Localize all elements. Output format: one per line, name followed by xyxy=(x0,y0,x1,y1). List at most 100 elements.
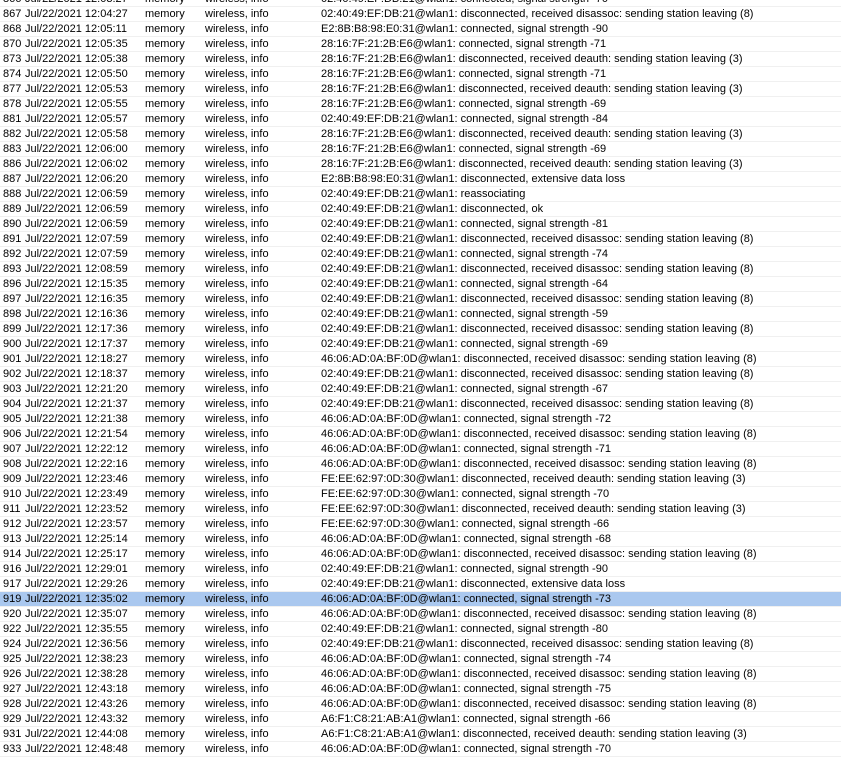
row-buffer: memory xyxy=(145,173,185,185)
row-message: 02:40:49:EF:DB:21@wlan1: disconnected, o… xyxy=(321,203,544,215)
log-row[interactable]: 883 Jul/22/2021 12:06:00 memory wireless, i… xyxy=(0,142,841,157)
row-buffer: memory xyxy=(145,698,185,710)
row-message: FE:EE:62:97:0D:30@wlan1: disconnected, r… xyxy=(321,473,746,485)
row-topics: wireless, info xyxy=(205,683,269,695)
log-row[interactable]: 914 Jul/22/2021 12:25:17 memory wireless, i… xyxy=(0,547,841,562)
log-row[interactable]: 899 Jul/22/2021 12:17:36 memory wireless, i… xyxy=(0,322,841,337)
row-topics: wireless, info xyxy=(205,518,269,530)
log-row[interactable]: 902 Jul/22/2021 12:18:37 memory wireless, i… xyxy=(0,367,841,382)
log-row[interactable]: 882 Jul/22/2021 12:05:58 memory wireless, i… xyxy=(0,127,841,142)
row-topics: wireless, info xyxy=(205,68,269,80)
row-number: 867 xyxy=(3,8,22,20)
row-buffer: memory xyxy=(145,458,185,470)
log-row[interactable]: 867 Jul/22/2021 12:04:27 memory wireless, i… xyxy=(0,7,841,22)
log-row[interactable]: 870 Jul/22/2021 12:05:35 memory wireless, i… xyxy=(0,37,841,52)
row-buffer: memory xyxy=(145,38,185,50)
log-row[interactable]: 892 Jul/22/2021 12:07:59 memory wireless, i… xyxy=(0,247,841,262)
row-number: 931 xyxy=(3,728,22,740)
row-datetime: Jul/22/2021 12:35:02 xyxy=(25,593,128,605)
row-topics: wireless, info xyxy=(205,143,269,155)
row-message: 02:40:49:EF:DB:21@wlan1: disconnected, r… xyxy=(321,233,754,245)
row-number: 928 xyxy=(3,698,22,710)
log-row[interactable]: 912 Jul/22/2021 12:23:57 memory wireless, i… xyxy=(0,517,841,532)
row-datetime: Jul/22/2021 12:23:52 xyxy=(25,503,128,515)
log-row[interactable]: 916 Jul/22/2021 12:29:01 memory wireless, i… xyxy=(0,562,841,577)
row-number: 924 xyxy=(3,638,22,650)
log-row[interactable]: 877 Jul/22/2021 12:05:53 memory wireless, i… xyxy=(0,82,841,97)
log-row[interactable]: 868 Jul/22/2021 12:05:11 memory wireless, i… xyxy=(0,22,841,37)
row-datetime: Jul/22/2021 12:05:38 xyxy=(25,53,128,65)
log-row[interactable]: 933 Jul/22/2021 12:48:48 memory wireless, i… xyxy=(0,742,841,757)
row-number: 922 xyxy=(3,623,22,635)
row-datetime: Jul/22/2021 12:18:37 xyxy=(25,368,128,380)
log-row[interactable]: 897 Jul/22/2021 12:16:35 memory wireless, i… xyxy=(0,292,841,307)
row-datetime: Jul/22/2021 12:04:27 xyxy=(25,8,128,20)
row-number: 929 xyxy=(3,713,22,725)
log-row[interactable]: 896 Jul/22/2021 12:15:35 memory wireless, i… xyxy=(0,277,841,292)
row-message: 46:06:AD:0A:BF:0D@wlan1: connected, sign… xyxy=(321,533,611,545)
log-row[interactable]: 911 Jul/22/2021 12:23:52 memory wireless, i… xyxy=(0,502,841,517)
log-row[interactable]: 907 Jul/22/2021 12:22:12 memory wireless, i… xyxy=(0,442,841,457)
log-row[interactable]: 920 Jul/22/2021 12:35:07 memory wireless, i… xyxy=(0,607,841,622)
row-buffer: memory xyxy=(145,548,185,560)
log-row[interactable]: 922 Jul/22/2021 12:35:55 memory wireless, i… xyxy=(0,622,841,637)
row-message: 46:06:AD:0A:BF:0D@wlan1: disconnected, r… xyxy=(321,428,757,440)
log-row[interactable]: 905 Jul/22/2021 12:21:38 memory wireless, i… xyxy=(0,412,841,427)
log-row[interactable]: 910 Jul/22/2021 12:23:49 memory wireless, i… xyxy=(0,487,841,502)
row-datetime: Jul/22/2021 12:07:59 xyxy=(25,248,128,260)
row-datetime: Jul/22/2021 12:18:27 xyxy=(25,353,128,365)
row-number: 904 xyxy=(3,398,22,410)
row-datetime: Jul/22/2021 12:06:20 xyxy=(25,173,128,185)
log-row[interactable]: 893 Jul/22/2021 12:08:59 memory wireless, i… xyxy=(0,262,841,277)
row-message: 28:16:7F:21:2B:E6@wlan1: disconnected, r… xyxy=(321,158,743,170)
row-buffer: memory xyxy=(145,668,185,680)
log-row[interactable]: 913 Jul/22/2021 12:25:14 memory wireless, i… xyxy=(0,532,841,547)
log-row[interactable]: 898 Jul/22/2021 12:16:36 memory wireless, i… xyxy=(0,307,841,322)
row-buffer: memory xyxy=(145,383,185,395)
log-row[interactable]: 924 Jul/22/2021 12:36:56 memory wireless, i… xyxy=(0,637,841,652)
row-topics: wireless, info xyxy=(205,443,269,455)
log-row[interactable]: 900 Jul/22/2021 12:17:37 memory wireless, i… xyxy=(0,337,841,352)
row-message: 02:40:49:EF:DB:21@wlan1: connected, sign… xyxy=(321,248,608,260)
log-row[interactable]: 888 Jul/22/2021 12:06:59 memory wireless, i… xyxy=(0,187,841,202)
log-row[interactable]: 925 Jul/22/2021 12:38:23 memory wireless, i… xyxy=(0,652,841,667)
log-row[interactable]: 887 Jul/22/2021 12:06:20 memory wireless, i… xyxy=(0,172,841,187)
row-number: 891 xyxy=(3,233,22,245)
log-row[interactable]: 908 Jul/22/2021 12:22:16 memory wireless, i… xyxy=(0,457,841,472)
log-row[interactable]: 901 Jul/22/2021 12:18:27 memory wireless, i… xyxy=(0,352,841,367)
log-row[interactable]: 906 Jul/22/2021 12:21:54 memory wireless, i… xyxy=(0,427,841,442)
row-buffer: memory xyxy=(141,0,201,6)
log-row[interactable]: 886 Jul/22/2021 12:06:02 memory wireless, i… xyxy=(0,157,841,172)
log-row[interactable]: 909 Jul/22/2021 12:23:46 memory wireless, i… xyxy=(0,472,841,487)
log-row[interactable]: 874 Jul/22/2021 12:05:50 memory wireless, i… xyxy=(0,67,841,82)
log-row-selected[interactable]: 919 Jul/22/2021 12:35:02 memory wireless, i… xyxy=(0,592,841,607)
log-row[interactable]: 904 Jul/22/2021 12:21:37 memory wireless, i… xyxy=(0,397,841,412)
row-message: 46:06:AD:0A:BF:0D@wlan1: disconnected, r… xyxy=(321,608,757,620)
log-row[interactable]: 928 Jul/22/2021 12:43:26 memory wireless, i… xyxy=(0,697,841,712)
log-row[interactable]: 927 Jul/22/2021 12:43:18 memory wireless, i… xyxy=(0,682,841,697)
log-row[interactable]: 929 Jul/22/2021 12:43:32 memory wireless, i… xyxy=(0,712,841,727)
row-message: 02:40:49:EF:DB:21@wlan1: connected, sign… xyxy=(321,218,608,230)
row-number: 920 xyxy=(3,608,22,620)
log-row[interactable]: 873 Jul/22/2021 12:05:38 memory wireless, i… xyxy=(0,52,841,67)
log-row[interactable]: 917 Jul/22/2021 12:29:26 memory wireless, i… xyxy=(0,577,841,592)
log-row[interactable]: 889 Jul/22/2021 12:06:59 memory wireless, i… xyxy=(0,202,841,217)
row-number: 902 xyxy=(3,368,22,380)
row-message: 46:06:AD:0A:BF:0D@wlan1: connected, sign… xyxy=(321,443,611,455)
log-row[interactable]: 903 Jul/22/2021 12:21:20 memory wireless, i… xyxy=(0,382,841,397)
log-row[interactable]: 926 Jul/22/2021 12:38:28 memory wireless, i… xyxy=(0,667,841,682)
row-message: 28:16:7F:21:2B:E6@wlan1: connected, sign… xyxy=(321,98,607,110)
log-row[interactable]: 878 Jul/22/2021 12:05:55 memory wireless, i… xyxy=(0,97,841,112)
row-number: 899 xyxy=(3,323,22,335)
row-topics: wireless, info xyxy=(201,0,316,6)
log-row[interactable]: 891 Jul/22/2021 12:07:59 memory wireless, i… xyxy=(0,232,841,247)
log-row[interactable]: 866Jul/22/2021 12:03:27memorywireless, i… xyxy=(0,0,841,7)
row-message: 02:40:49:EF:DB:21@wlan1: connected, sign… xyxy=(321,623,608,635)
log-row[interactable]: 881 Jul/22/2021 12:05:57 memory wireless, i… xyxy=(0,112,841,127)
log-row[interactable]: 890 Jul/22/2021 12:06:59 memory wireless, i… xyxy=(0,217,841,232)
row-message: 02:40:49:EF:DB:21@wlan1: disconnected, r… xyxy=(321,368,754,380)
log-row[interactable]: 931 Jul/22/2021 12:44:08 memory wireless, i… xyxy=(0,727,841,742)
row-number: 888 xyxy=(3,188,22,200)
row-buffer: memory xyxy=(145,728,185,740)
row-number: 908 xyxy=(3,458,22,470)
